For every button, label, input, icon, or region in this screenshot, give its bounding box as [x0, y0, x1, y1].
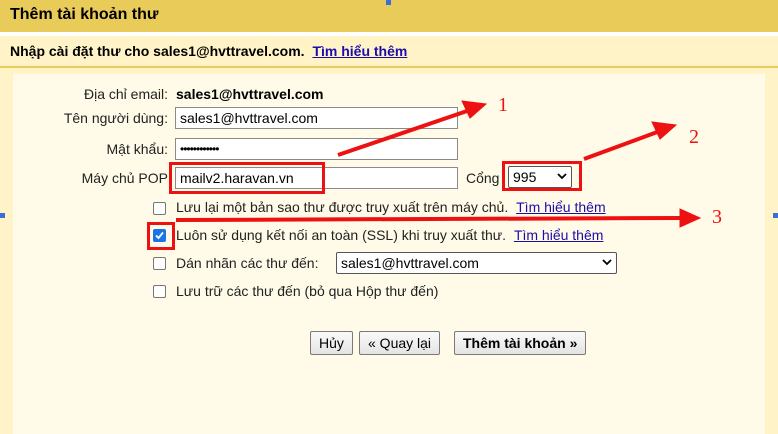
- resize-handle-top[interactable]: [386, 0, 391, 5]
- annotation-1: 1: [498, 94, 508, 116]
- annotation-2: 2: [689, 126, 699, 148]
- annotation-arrows: [175, 100, 702, 228]
- arrow-1-head: [461, 100, 488, 119]
- arrow-1: [337, 108, 471, 157]
- arrow-3-head: [679, 208, 702, 228]
- arrow-2-head: [651, 121, 678, 140]
- resize-handle-right[interactable]: [773, 213, 778, 218]
- resize-handle-left[interactable]: [0, 213, 5, 218]
- annotation-3: 3: [712, 206, 722, 228]
- arrow-3: [175, 216, 683, 222]
- arrow-2: [583, 129, 661, 161]
